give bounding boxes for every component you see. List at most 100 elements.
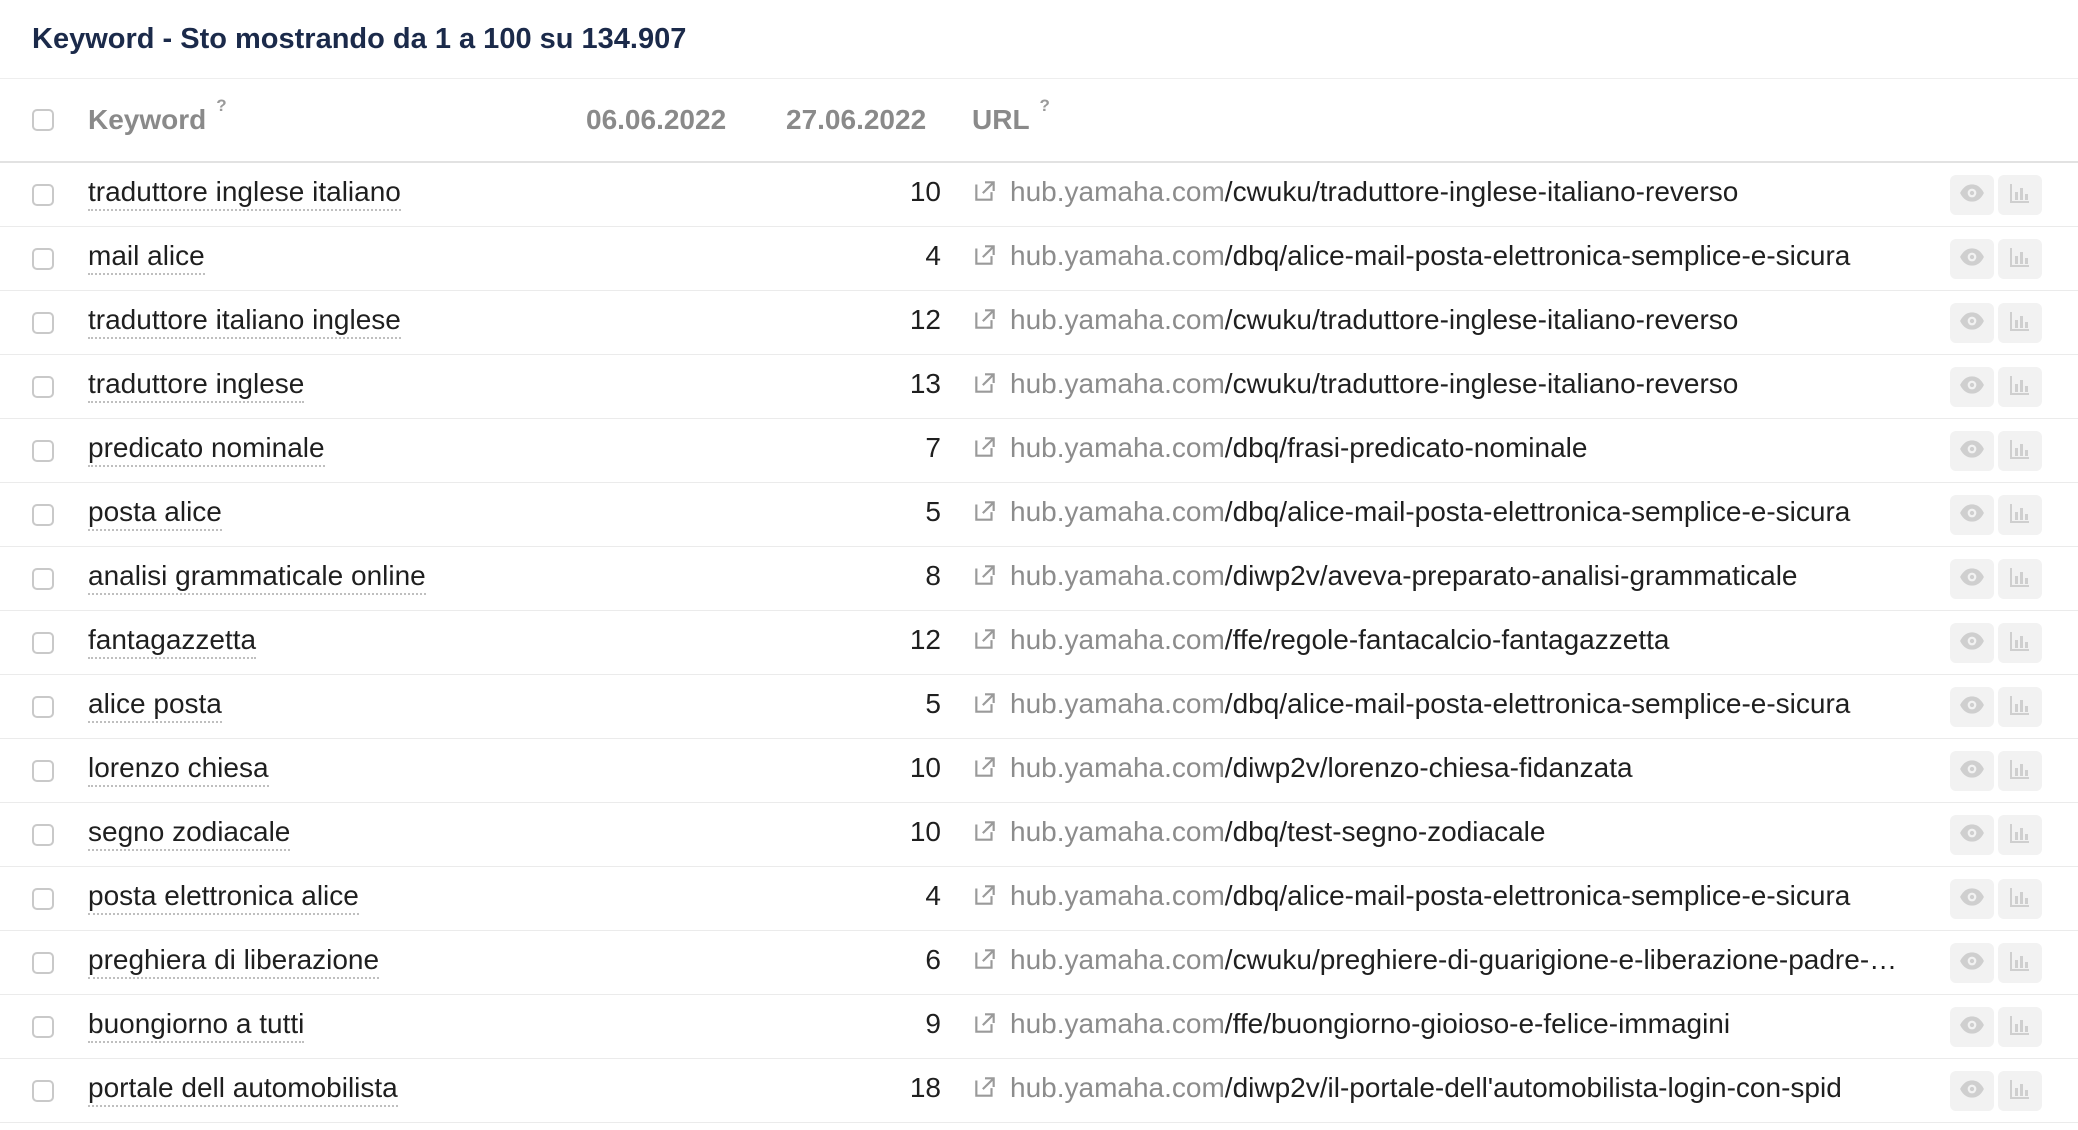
url-link[interactable]: hub.yamaha.com/dbq/alice-mail-posta-elet… <box>972 495 1902 529</box>
view-serp-button[interactable] <box>1950 303 1994 343</box>
external-link-icon[interactable] <box>972 562 998 588</box>
url-link[interactable]: hub.yamaha.com/diwp2v/lorenzo-chiesa-fid… <box>972 751 1902 785</box>
external-link-icon[interactable] <box>972 754 998 780</box>
row-checkbox[interactable] <box>32 504 54 526</box>
column-date-2[interactable]: 27.06.2022 <box>786 79 926 161</box>
eye-icon <box>1959 1076 1985 1107</box>
ranking-chart-button[interactable] <box>1998 175 2042 215</box>
select-all-checkbox[interactable] <box>32 109 54 131</box>
view-serp-button[interactable] <box>1950 687 1994 727</box>
url-link[interactable]: hub.yamaha.com/dbq/alice-mail-posta-elet… <box>972 687 1902 721</box>
external-link-icon[interactable] <box>972 178 998 204</box>
ranking-chart-button[interactable] <box>1998 239 2042 279</box>
row-checkbox[interactable] <box>32 568 54 590</box>
url-help-icon[interactable]: ? <box>1040 96 1050 116</box>
ranking-chart-button[interactable] <box>1998 1071 2042 1111</box>
keyword-link[interactable]: traduttore italiano inglese <box>88 303 401 339</box>
external-link-icon[interactable] <box>972 1074 998 1100</box>
row-checkbox[interactable] <box>32 312 54 334</box>
url-link[interactable]: hub.yamaha.com/dbq/test-segno-zodiacale <box>972 815 1902 849</box>
ranking-chart-button[interactable] <box>1998 495 2042 535</box>
view-serp-button[interactable] <box>1950 879 1994 919</box>
row-checkbox[interactable] <box>32 888 54 910</box>
ranking-chart-button[interactable] <box>1998 623 2042 663</box>
keyword-link[interactable]: preghiera di liberazione <box>88 943 380 979</box>
external-link-icon[interactable] <box>972 1010 998 1036</box>
ranking-chart-button[interactable] <box>1998 559 2042 599</box>
keyword-link[interactable]: alice posta <box>88 687 222 723</box>
view-serp-button[interactable] <box>1950 1007 1994 1047</box>
view-serp-button[interactable] <box>1950 815 1994 855</box>
keyword-link[interactable]: mail alice <box>88 239 205 275</box>
external-link-icon[interactable] <box>972 306 998 332</box>
ranking-chart-button[interactable] <box>1998 687 2042 727</box>
view-serp-button[interactable] <box>1950 1071 1994 1111</box>
row-checkbox[interactable] <box>32 696 54 718</box>
external-link-icon[interactable] <box>972 690 998 716</box>
view-serp-button[interactable] <box>1950 943 1994 983</box>
column-keyword[interactable]: Keyword ? <box>88 79 227 161</box>
url-link[interactable]: hub.yamaha.com/dbq/alice-mail-posta-elet… <box>972 239 1902 273</box>
column-url[interactable]: URL ? <box>972 79 1050 161</box>
keyword-help-icon[interactable]: ? <box>216 96 226 116</box>
ranking-chart-button[interactable] <box>1998 1007 2042 1047</box>
url-link[interactable]: hub.yamaha.com/dbq/frasi-predicato-nomin… <box>972 431 1902 465</box>
column-date-1[interactable]: 06.06.2022 <box>586 79 726 161</box>
position-value: 4 <box>925 240 941 271</box>
url-link[interactable]: hub.yamaha.com/diwp2v/il-portale-dell'au… <box>972 1071 1902 1105</box>
external-link-icon[interactable] <box>972 882 998 908</box>
external-link-icon[interactable] <box>972 498 998 524</box>
url-link[interactable]: hub.yamaha.com/cwuku/traduttore-inglese-… <box>972 367 1902 401</box>
view-serp-button[interactable] <box>1950 367 1994 407</box>
position-value: 12 <box>909 304 941 335</box>
external-link-icon[interactable] <box>972 818 998 844</box>
row-checkbox[interactable] <box>32 440 54 462</box>
external-link-icon[interactable] <box>972 946 998 972</box>
ranking-chart-button[interactable] <box>1998 367 2042 407</box>
row-checkbox[interactable] <box>32 1080 54 1102</box>
row-checkbox[interactable] <box>32 184 54 206</box>
url-link[interactable]: hub.yamaha.com/cwuku/preghiere-di-guarig… <box>972 943 1902 977</box>
ranking-chart-button[interactable] <box>1998 943 2042 983</box>
keyword-link[interactable]: buongiorno a tutti <box>88 1007 305 1043</box>
keyword-link[interactable]: segno zodiacale <box>88 815 291 851</box>
keyword-link[interactable]: posta alice <box>88 495 222 531</box>
keyword-link[interactable]: predicato nominale <box>88 431 325 467</box>
row-checkbox[interactable] <box>32 632 54 654</box>
view-serp-button[interactable] <box>1950 175 1994 215</box>
row-checkbox[interactable] <box>32 248 54 270</box>
keyword-link[interactable]: traduttore inglese <box>88 367 305 403</box>
view-serp-button[interactable] <box>1950 751 1994 791</box>
view-serp-button[interactable] <box>1950 431 1994 471</box>
row-checkbox[interactable] <box>32 824 54 846</box>
row-checkbox[interactable] <box>32 1016 54 1038</box>
external-link-icon[interactable] <box>972 626 998 652</box>
keyword-link[interactable]: traduttore inglese italiano <box>88 175 401 211</box>
row-checkbox[interactable] <box>32 760 54 782</box>
external-link-icon[interactable] <box>972 370 998 396</box>
url-link[interactable]: hub.yamaha.com/cwuku/traduttore-inglese-… <box>972 303 1902 337</box>
url-link[interactable]: hub.yamaha.com/dbq/alice-mail-posta-elet… <box>972 879 1902 913</box>
url-link[interactable]: hub.yamaha.com/cwuku/traduttore-inglese-… <box>972 175 1902 209</box>
ranking-chart-button[interactable] <box>1998 879 2042 919</box>
keyword-link[interactable]: fantagazzetta <box>88 623 257 659</box>
keyword-link[interactable]: posta elettronica alice <box>88 879 359 915</box>
view-serp-button[interactable] <box>1950 559 1994 599</box>
external-link-icon[interactable] <box>972 434 998 460</box>
keyword-link[interactable]: portale dell automobilista <box>88 1071 398 1107</box>
keyword-link[interactable]: lorenzo chiesa <box>88 751 269 787</box>
url-link[interactable]: hub.yamaha.com/ffe/regole-fantacalcio-fa… <box>972 623 1902 657</box>
ranking-chart-button[interactable] <box>1998 751 2042 791</box>
url-link[interactable]: hub.yamaha.com/diwp2v/aveva-preparato-an… <box>972 559 1902 593</box>
view-serp-button[interactable] <box>1950 495 1994 535</box>
keyword-link[interactable]: analisi grammaticale online <box>88 559 426 595</box>
ranking-chart-button[interactable] <box>1998 431 2042 471</box>
external-link-icon[interactable] <box>972 242 998 268</box>
url-link[interactable]: hub.yamaha.com/ffe/buongiorno-gioioso-e-… <box>972 1007 1902 1041</box>
row-checkbox[interactable] <box>32 952 54 974</box>
ranking-chart-button[interactable] <box>1998 815 2042 855</box>
view-serp-button[interactable] <box>1950 623 1994 663</box>
ranking-chart-button[interactable] <box>1998 303 2042 343</box>
row-checkbox[interactable] <box>32 376 54 398</box>
view-serp-button[interactable] <box>1950 239 1994 279</box>
